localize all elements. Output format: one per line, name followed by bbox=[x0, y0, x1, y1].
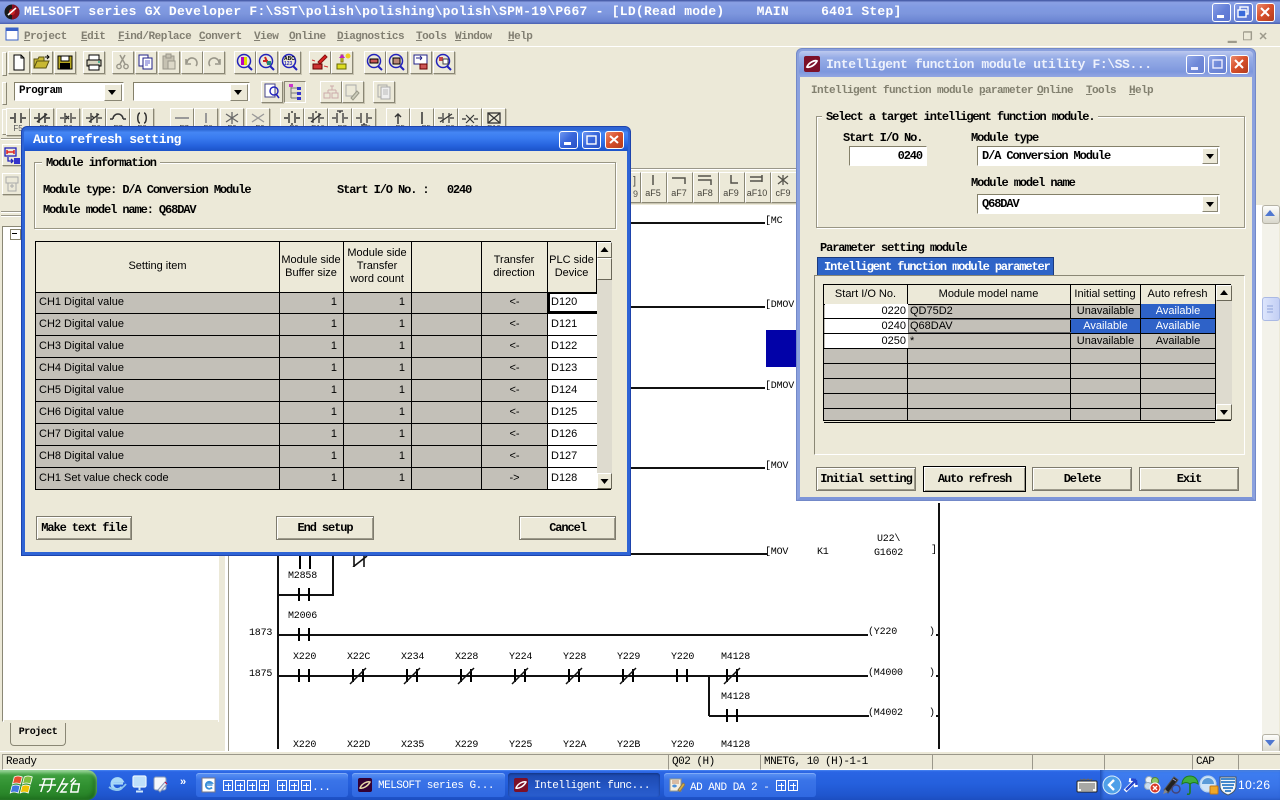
svg-text:123: 123 bbox=[284, 61, 293, 67]
